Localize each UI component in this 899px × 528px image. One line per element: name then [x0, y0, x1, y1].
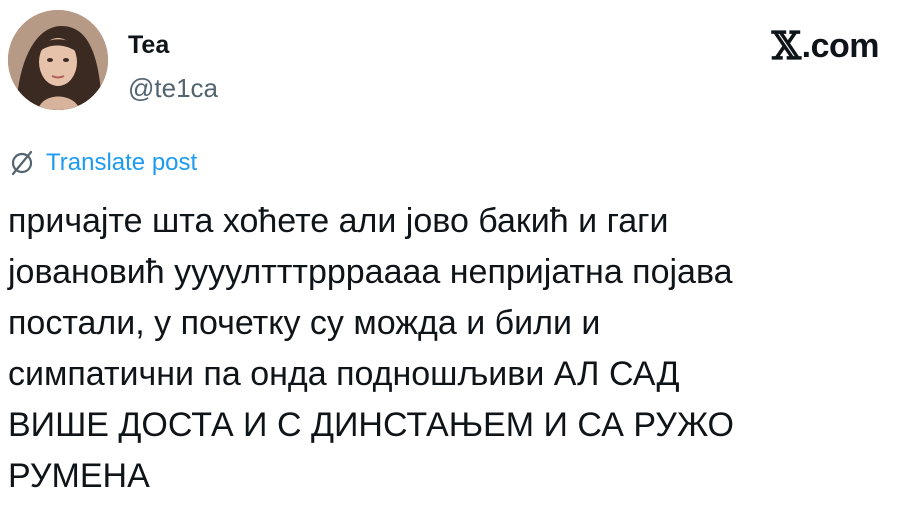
author-name[interactable]: Tea [128, 30, 169, 60]
author-handle[interactable]: @te1ca [128, 72, 218, 104]
globe-slash-icon [11, 150, 33, 176]
translate-post-button[interactable]: Translate post [8, 148, 197, 178]
profile-photo-image [8, 10, 108, 110]
translate-post-label: Translate post [46, 149, 198, 176]
avatar[interactable] [8, 10, 108, 110]
post-text: причајте шта хоћете али јово бакић и гаг… [8, 202, 734, 495]
x-logo-text: .com [801, 27, 880, 65]
x-icon: 𝕏 [771, 23, 801, 68]
x-logo: 𝕏 .com [771, 23, 880, 68]
